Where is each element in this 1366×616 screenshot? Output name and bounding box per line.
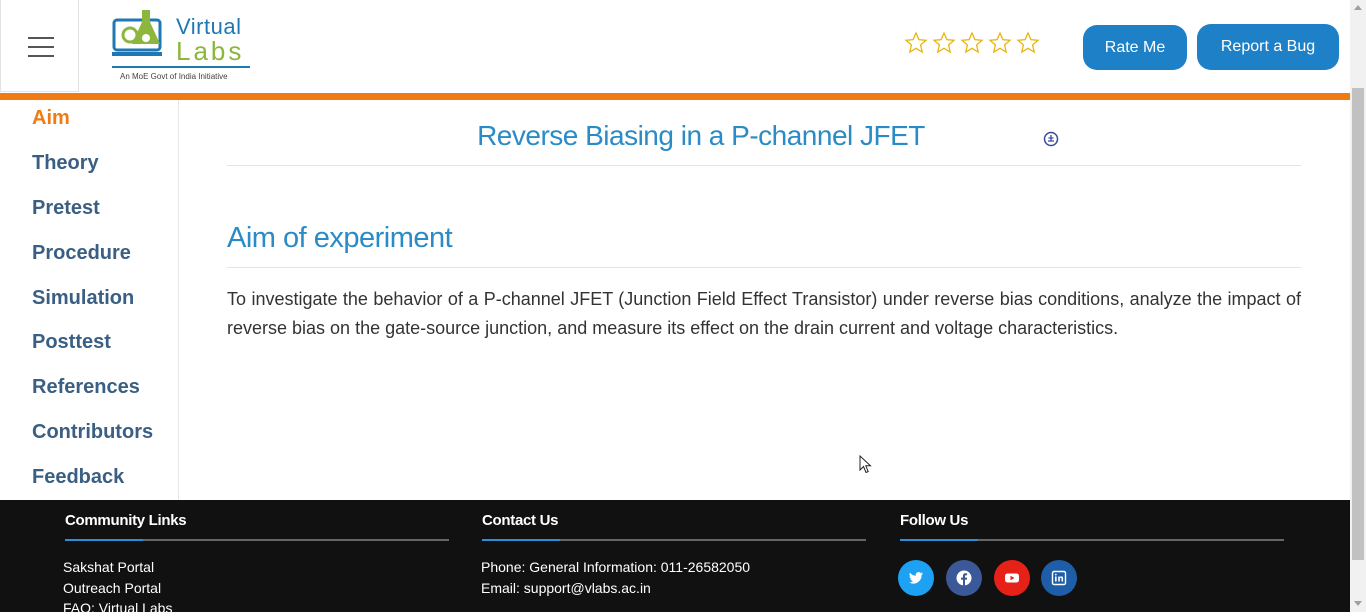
header: Virtual Labs An MoE Govt of India Initia… xyxy=(0,0,1350,93)
follow-heading: Follow Us xyxy=(900,512,969,529)
logo-text-labs: Labs xyxy=(176,36,245,66)
scroll-down-icon[interactable] xyxy=(1354,601,1362,606)
virtual-labs-logo[interactable]: Virtual Labs An MoE Govt of India Initia… xyxy=(112,8,252,86)
facebook-icon xyxy=(956,570,972,586)
linkedin-icon xyxy=(1051,570,1067,586)
footer-link-faq[interactable]: FAQ: Virtual Labs xyxy=(63,600,172,616)
footer: Community Links Sakshat Portal Outreach … xyxy=(0,500,1350,616)
star-rating[interactable] xyxy=(904,31,1040,55)
footer-link-sakshat[interactable]: Sakshat Portal xyxy=(63,559,154,575)
mouse-cursor-icon xyxy=(859,455,872,474)
star-icon[interactable] xyxy=(960,31,984,55)
report-bug-button[interactable]: Report a Bug xyxy=(1197,24,1339,70)
rate-me-button[interactable]: Rate Me xyxy=(1083,25,1187,70)
footer-link-outreach[interactable]: Outreach Portal xyxy=(63,580,161,596)
youtube-icon xyxy=(1005,573,1019,583)
footer-community: Community Links xyxy=(65,512,449,541)
footer-contact: Contact Us xyxy=(482,512,866,541)
community-heading: Community Links xyxy=(65,512,187,529)
star-icon[interactable] xyxy=(988,31,1012,55)
menu-button[interactable] xyxy=(0,0,79,92)
logo-tagline: An MoE Govt of India Initiative xyxy=(120,72,228,81)
sidebar-item-posttest[interactable]: Posttest xyxy=(32,331,111,354)
community-divider xyxy=(65,539,449,541)
hamburger-icon xyxy=(28,37,54,64)
facebook-button[interactable] xyxy=(946,560,982,596)
title-divider xyxy=(227,165,1301,166)
contact-heading: Contact Us xyxy=(482,512,559,529)
sidebar-item-feedback[interactable]: Feedback xyxy=(32,466,124,489)
sidebar-item-procedure[interactable]: Procedure xyxy=(32,242,131,265)
contact-phone: Phone: General Information: 011-26582050 xyxy=(481,559,751,575)
logo-divider xyxy=(112,66,250,68)
linkedin-button[interactable] xyxy=(1041,560,1077,596)
sidebar-item-theory[interactable]: Theory xyxy=(32,152,99,175)
sidebar-item-contributors[interactable]: Contributors xyxy=(32,421,153,444)
contact-divider xyxy=(482,539,866,541)
twitter-button[interactable] xyxy=(898,560,934,596)
institute-logo-icon xyxy=(1043,131,1059,147)
twitter-icon xyxy=(909,572,923,584)
scrollbar-thumb[interactable] xyxy=(1352,88,1364,560)
sidebar: Aim Theory Pretest Procedure Simulation … xyxy=(0,100,179,500)
sidebar-item-aim[interactable]: Aim xyxy=(32,107,70,130)
header-accent-bar xyxy=(0,93,1350,100)
section-divider xyxy=(227,267,1301,268)
follow-divider xyxy=(900,539,1284,541)
sidebar-item-pretest[interactable]: Pretest xyxy=(32,197,100,220)
scroll-up-icon[interactable] xyxy=(1354,5,1362,10)
vertical-scrollbar[interactable] xyxy=(1350,0,1366,612)
flask-gear-icon xyxy=(112,10,162,56)
star-icon[interactable] xyxy=(904,31,928,55)
sidebar-item-simulation[interactable]: Simulation xyxy=(32,287,134,310)
sidebar-item-references[interactable]: References xyxy=(32,376,140,399)
page-title: Reverse Biasing in a P-channel JFET xyxy=(477,120,925,151)
star-icon[interactable] xyxy=(1016,31,1040,55)
aim-description: To investigate the behavior of a P-chann… xyxy=(227,289,1301,338)
star-icon[interactable] xyxy=(932,31,956,55)
youtube-button[interactable] xyxy=(994,560,1030,596)
section-title: Aim of experiment xyxy=(227,222,453,254)
contact-email[interactable]: Email: support@vlabs.ac.in xyxy=(481,580,651,596)
footer-follow: Follow Us xyxy=(900,512,1284,541)
